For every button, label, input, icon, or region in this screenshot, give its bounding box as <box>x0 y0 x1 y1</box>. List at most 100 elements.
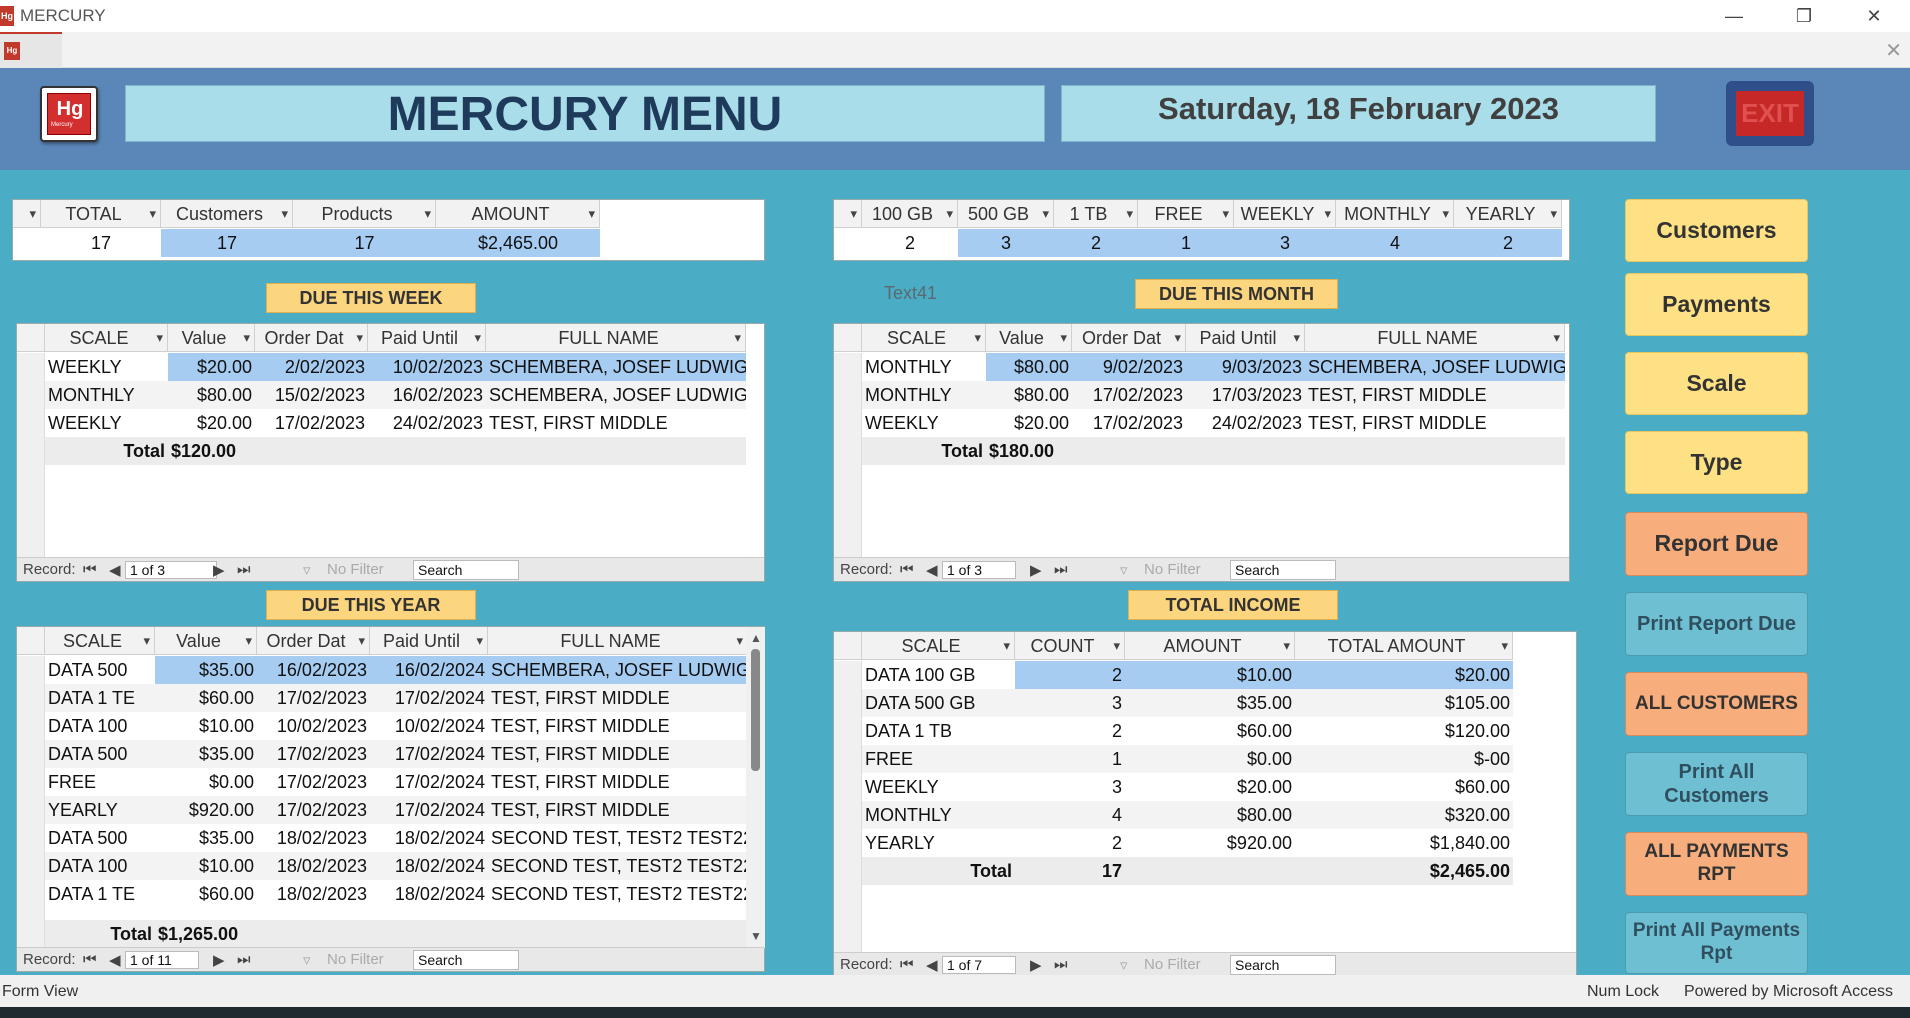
row-selector-column[interactable] <box>17 656 45 948</box>
no-filter-label[interactable]: No Filter <box>1144 561 1201 578</box>
column-header[interactable]: FULL NAME <box>1305 324 1565 352</box>
table-cell[interactable]: MONTHLY <box>45 381 168 409</box>
table-cell[interactable]: FREE <box>862 745 1015 773</box>
last-record-icon[interactable]: ⏭ <box>1054 561 1068 578</box>
print-all-customers-button[interactable]: Print All Customers <box>1625 752 1808 816</box>
last-record-icon[interactable]: ⏭ <box>237 561 251 578</box>
column-header[interactable]: FULL NAME <box>486 324 746 352</box>
table-cell[interactable]: SCHEMBERA, JOSEF LUDWIG <box>488 656 748 684</box>
column-header[interactable]: WEEKLY <box>1234 200 1336 228</box>
monthly-value[interactable]: 4 <box>1336 229 1454 257</box>
tb1-value[interactable]: 2 <box>1054 229 1138 257</box>
table-cell[interactable]: 16/02/2023 <box>368 381 486 409</box>
table-cell[interactable]: 16/02/2024 <box>370 656 488 684</box>
table-cell[interactable]: $105.00 <box>1295 689 1513 717</box>
table-cell[interactable]: DATA 500 <box>45 656 155 684</box>
table-cell[interactable]: SECOND TEST, TEST2 TEST22 <box>488 824 748 852</box>
table-cell[interactable]: 16/02/2023 <box>257 656 370 684</box>
customers-button[interactable]: Customers <box>1625 199 1808 262</box>
no-filter-label[interactable]: No Filter <box>1144 956 1201 973</box>
column-header[interactable]: MONTHLY <box>1336 200 1454 228</box>
next-record-icon[interactable]: ▶ <box>1030 561 1042 579</box>
table-cell[interactable]: DATA 500 <box>45 824 155 852</box>
column-header[interactable]: Paid Until <box>1186 324 1305 352</box>
table-cell[interactable]: $20.00 <box>1125 773 1295 801</box>
column-header[interactable]: SCALE <box>862 632 1015 660</box>
table-cell[interactable]: SECOND TEST, TEST2 TEST22 <box>488 880 748 908</box>
table-cell[interactable]: 18/02/2024 <box>370 880 488 908</box>
table-cell[interactable]: $20.00 <box>168 353 255 381</box>
table-cell[interactable]: YEARLY <box>862 829 1015 857</box>
previous-record-icon[interactable]: ◀ <box>926 561 938 579</box>
all-payments-rpt-button[interactable]: ALL PAYMENTS RPT <box>1625 832 1808 896</box>
table-cell[interactable]: $0.00 <box>155 768 257 796</box>
table-cell[interactable]: $120.00 <box>1295 717 1513 745</box>
table-cell[interactable]: $60.00 <box>1295 773 1513 801</box>
first-record-icon[interactable]: ⏮ <box>83 561 97 578</box>
vertical-scrollbar[interactable]: ▲ ▼ <box>746 627 765 948</box>
table-cell[interactable]: $920.00 <box>1125 829 1295 857</box>
table-cell[interactable]: TEST, FIRST MIDDLE <box>488 768 748 796</box>
table-cell[interactable]: $20.00 <box>168 409 255 437</box>
table-cell[interactable]: $20.00 <box>986 409 1072 437</box>
column-header[interactable]: FULL NAME <box>488 627 748 655</box>
current-record-field[interactable]: 1 of 11 <box>125 951 199 969</box>
amount-value[interactable]: $2,465.00 <box>436 229 600 257</box>
table-cell[interactable]: 2/02/2023 <box>255 353 368 381</box>
table-cell[interactable]: MONTHLY <box>862 381 986 409</box>
table-cell[interactable]: 17/02/2023 <box>257 768 370 796</box>
column-header[interactable]: AMOUNT <box>436 200 600 228</box>
table-cell[interactable]: WEEKLY <box>862 773 1015 801</box>
table-cell[interactable]: DATA 100 <box>45 712 155 740</box>
table-cell[interactable]: DATA 100 GB <box>862 661 1015 689</box>
minimize-icon[interactable]: — <box>1704 2 1764 30</box>
yearly-value[interactable]: 2 <box>1454 229 1562 257</box>
type-button[interactable]: Type <box>1625 431 1808 494</box>
table-cell[interactable]: SCHEMBERA, JOSEF LUDWIG <box>1305 353 1565 381</box>
table-cell[interactable]: SCHEMBERA, JOSEF LUDWIG <box>486 381 746 409</box>
table-cell[interactable]: 18/02/2023 <box>257 824 370 852</box>
table-cell[interactable]: $320.00 <box>1295 801 1513 829</box>
column-header[interactable]: COUNT <box>1015 632 1125 660</box>
current-record-field[interactable]: 1 of 3 <box>125 561 217 579</box>
first-record-icon[interactable]: ⏮ <box>83 951 97 968</box>
last-record-icon[interactable]: ⏭ <box>1054 956 1068 973</box>
table-cell[interactable]: 9/03/2023 <box>1186 353 1305 381</box>
table-cell[interactable]: MONTHLY <box>862 801 1015 829</box>
table-cell[interactable]: 4 <box>1015 801 1125 829</box>
table-cell[interactable]: DATA 500 GB <box>862 689 1015 717</box>
table-cell[interactable]: TEST, FIRST MIDDLE <box>1305 381 1565 409</box>
column-header[interactable]: SCALE <box>45 627 155 655</box>
table-cell[interactable]: $80.00 <box>1125 801 1295 829</box>
table-cell[interactable]: 17/02/2024 <box>370 740 488 768</box>
row-selector-column[interactable] <box>17 353 45 558</box>
table-cell[interactable]: 17/02/2024 <box>370 768 488 796</box>
column-header[interactable]: 1 TB <box>1054 200 1138 228</box>
table-cell[interactable]: 2 <box>1015 717 1125 745</box>
table-cell[interactable]: WEEKLY <box>45 353 168 381</box>
table-cell[interactable]: $80.00 <box>986 381 1072 409</box>
print-all-payments-rpt-button[interactable]: Print All Payments Rpt <box>1625 912 1808 974</box>
table-cell[interactable]: $60.00 <box>155 880 257 908</box>
next-record-icon[interactable]: ▶ <box>213 951 225 969</box>
weekly-value[interactable]: 3 <box>1234 229 1336 257</box>
first-record-icon[interactable]: ⏮ <box>900 956 914 973</box>
table-cell[interactable]: $-00 <box>1295 745 1513 773</box>
column-header[interactable]: 500 GB <box>958 200 1054 228</box>
filter-icon[interactable]: ▿ <box>1120 956 1128 974</box>
scale-button[interactable]: Scale <box>1625 352 1808 415</box>
next-record-icon[interactable]: ▶ <box>213 561 225 579</box>
total-value[interactable]: 17 <box>41 229 161 257</box>
table-cell[interactable]: 3 <box>1015 773 1125 801</box>
table-cell[interactable]: 17/02/2023 <box>257 684 370 712</box>
table-cell[interactable]: WEEKLY <box>862 409 986 437</box>
current-record-field[interactable]: 1 of 3 <box>942 561 1016 579</box>
table-cell[interactable]: 9/02/2023 <box>1072 353 1186 381</box>
no-filter-label[interactable]: No Filter <box>327 561 384 578</box>
table-cell[interactable]: 17/02/2023 <box>257 740 370 768</box>
scroll-down-icon[interactable]: ▼ <box>750 929 762 943</box>
table-cell[interactable]: TEST, FIRST MIDDLE <box>488 712 748 740</box>
table-cell[interactable]: $35.00 <box>155 824 257 852</box>
column-header[interactable]: SCALE <box>45 324 168 352</box>
table-cell[interactable]: 24/02/2023 <box>1186 409 1305 437</box>
